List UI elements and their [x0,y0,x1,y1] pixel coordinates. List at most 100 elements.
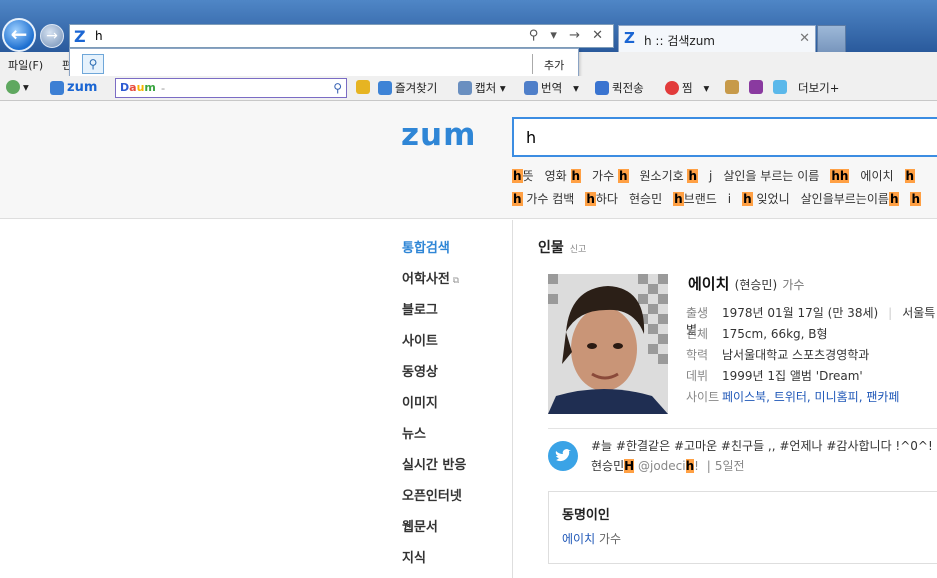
suggestion-item[interactable]: 가수 h [592,169,629,183]
info-value: 남서울대학교 스포츠경영학과 [722,348,870,362]
menu-file[interactable]: 파일(F) [8,57,43,73]
info-value: 1999년 1집 앨범 'Dream' [722,369,863,383]
tweet-time: 5일전 [714,459,745,473]
sidebar-item[interactable]: 뉴스 [402,423,466,454]
suggestion-item[interactable]: h뜻 [512,169,534,183]
quick-send-icon [595,81,609,95]
sidebar-item[interactable]: 오픈인터넷 [402,485,466,516]
suggestion-item[interactable]: h 잊었니 [742,192,790,206]
person-real-name: (현승민) [734,278,778,292]
suggestion-item[interactable]: 살인을 부르는 이름 [723,169,819,183]
suggestions-row-2: h 가수 컴백 h하다 현승민 h브랜드 i h 잊었니 살인을부르는이름h h [512,190,932,207]
sidebar-item[interactable]: 사이트 [402,330,466,361]
back-button[interactable]: ← [2,18,36,52]
person-name: 에이치 (현승민) 가수 [688,273,804,294]
zzim-button[interactable]: 찜 ▾ [665,80,709,96]
tweet-user-highlight: H [624,459,635,473]
heart-icon [665,81,679,95]
suggestion-item[interactable]: 에이치 [860,169,893,183]
broom-icon[interactable] [725,80,742,94]
suggestion-item[interactable]: h브랜드 [673,192,717,206]
zum-home-label: zum [67,80,98,95]
save-icon[interactable] [749,80,766,94]
more-button[interactable]: 더보기+ [798,80,839,96]
tab-title: h :: 검색zum [644,34,715,48]
add-provider-button[interactable]: 추가 [544,57,564,73]
address-bar[interactable]: Z h ⚲ ▾ → ✕ [69,24,614,48]
info-value: 1978년 01월 17일 (만 38세) [722,306,879,320]
info-key: 데뷔 [686,369,709,383]
sidebar-item[interactable]: 통합검색 [402,237,466,268]
new-tab-button[interactable] [817,25,846,52]
zum-home-button[interactable]: zum [50,80,97,95]
divider [548,428,937,429]
suggestion-item[interactable]: 현승민 [629,192,662,206]
daum-search-box[interactable]: Daum - ⚲ [115,78,347,98]
same-name-link[interactable]: 에이치 [562,532,595,546]
daum-input-value: - [161,81,166,95]
suggestion-item[interactable]: h 가수 컴백 [512,192,574,206]
report-link[interactable]: 신고 [570,245,587,255]
capture-button[interactable]: 캡처 ▾ [458,80,506,96]
sidebar-item[interactable]: 지식 [402,547,466,578]
favorites-button[interactable]: 즐겨찾기 [378,80,437,96]
same-name-entry[interactable]: 에이치 가수 [562,530,621,547]
daum-search-icon[interactable]: ⚲ [333,81,342,95]
home-icon [50,80,64,95]
sidebar-item[interactable]: 이미지 [402,392,466,423]
info-key: 신체 [686,327,709,341]
dropdown-divider [532,54,533,74]
search-category-sidebar: 통합검색 어학사전 ⧉ 블로그 사이트 동영상 이미지 뉴스 실시간 반응 오픈인터넷 웹문서 지식 [402,237,466,578]
tweet-handle: @jodeci [638,459,686,473]
address-dropdown: ⚲ 추가 [69,48,579,78]
suggestion-item[interactable]: i [728,192,731,206]
suggestions-row-1: h뜻 영화 h 가수 h 원소기호 h j 살인을 부르는 이름 hh 에이치 h [512,167,926,184]
favorites-label: 즐겨찾기 [395,81,438,95]
suggestion-item[interactable]: 살인을부르는이름h [801,192,900,206]
zum-logo[interactable]: zum [401,117,476,153]
tweet-handle-end: ! [694,459,699,473]
section-title-text: 인물 [538,240,564,256]
site-links[interactable]: 페이스북, 트위터, 미니홈피, 팬카페 [722,390,899,404]
person-photo[interactable] [548,274,668,414]
suggestion-item[interactable]: h [910,192,922,206]
favorites-menu-icon[interactable]: ▾ [6,80,29,94]
suggestion-item[interactable]: h하다 [585,192,618,206]
suggestion-item[interactable]: j [709,169,712,183]
sidebar-item[interactable]: 동영상 [402,361,466,392]
info-key: 학력 [686,348,709,362]
tab-zum[interactable]: Z h :: 검색zum ✕ [618,25,816,52]
quick-send-button[interactable]: 퀵전송 [595,80,644,96]
suggestion-item[interactable]: h [904,169,916,183]
search-input[interactable]: h [512,117,937,157]
suggestion-item[interactable]: hh [830,169,850,183]
daum-logo: Daum [120,81,156,94]
favorites-toolbar: ▾ zum Daum - ⚲ 즐겨찾기 캡처 ▾ 번역 ▾ 퀵전송 찜 ▾ 더보… [0,76,937,101]
info-key: 출생 [686,306,709,320]
sidebar-item[interactable]: 실시간 반응 [402,454,466,485]
sidebar-item[interactable]: 웹문서 [402,516,466,547]
suggestion-item[interactable]: 원소기호 h [640,169,699,183]
same-name-title: 동명이인 [562,508,610,523]
tweet-user[interactable]: 현승민 [591,459,624,473]
tweet-text[interactable]: #늘 #한결같은 #고마운 #친구들 ,, #언제나 #감사합니다 !^0^! … [591,437,937,454]
twitter-toolbar-icon[interactable] [773,80,790,94]
address-actions[interactable]: ⚲ ▾ → ✕ [529,28,607,43]
zum-favicon-icon: Z [74,27,86,46]
section-title: 인물 신고 [538,237,586,257]
sidebar-item[interactable]: 어학사전 ⧉ [402,268,466,299]
info-value: 175cm, 66kg, B형 [722,327,828,341]
person-name-text: 에이치 [688,275,730,293]
key-icon[interactable] [356,80,373,94]
translate-button[interactable]: 번역 ▾ [524,80,579,96]
star-icon [378,81,392,95]
same-name-box: 동명이인 에이치 가수 [548,491,937,564]
info-body: 신체 175cm, 66kg, B형 [686,325,828,342]
sidebar-item[interactable]: 블로그 [402,299,466,330]
search-provider-icon[interactable]: ⚲ [82,54,104,74]
external-link-icon: ⧉ [449,276,460,286]
capture-icon [458,81,472,95]
suggestion-item[interactable]: 영화 h [545,169,582,183]
tab-close-icon[interactable]: ✕ [799,31,810,46]
forward-button[interactable]: → [40,24,64,48]
